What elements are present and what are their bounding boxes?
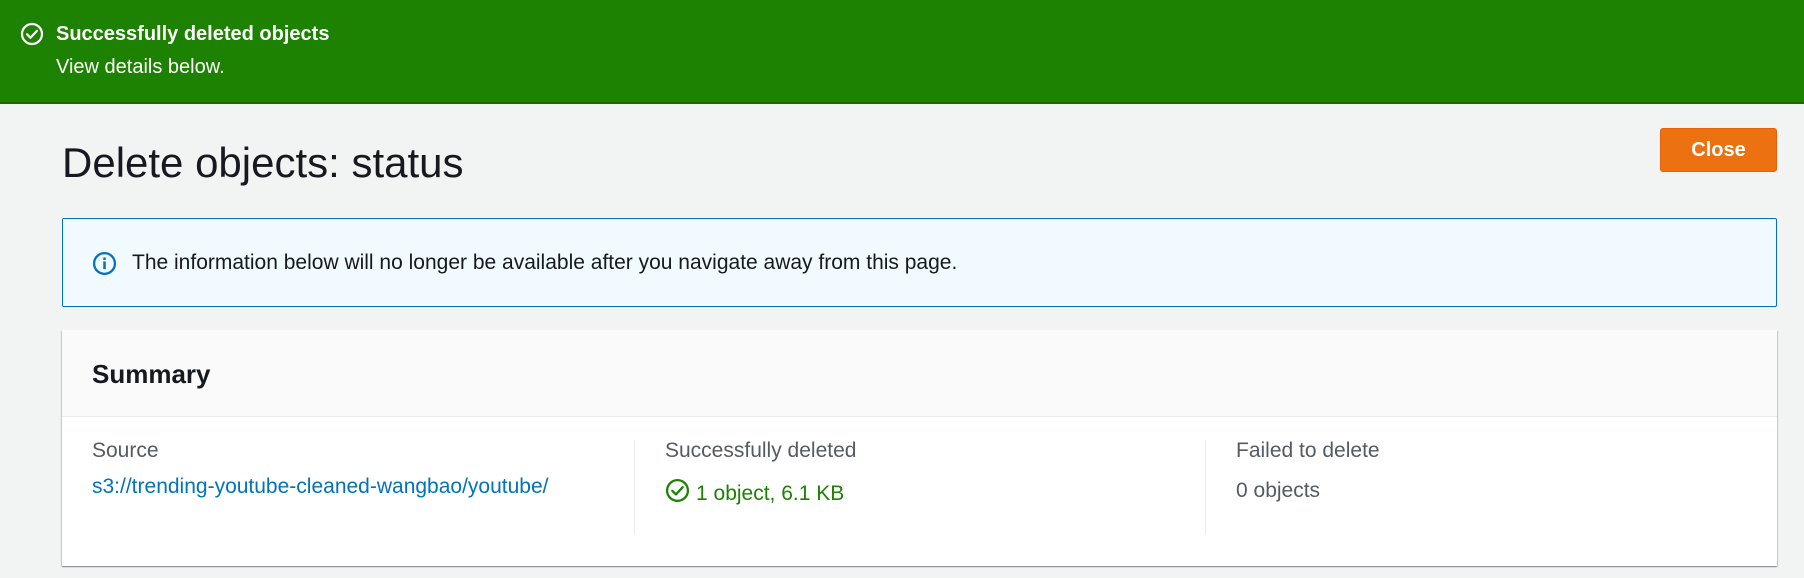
summary-container: Summary Source s3://trending-youtube-cle… <box>62 330 1777 566</box>
info-icon <box>92 251 117 276</box>
summary-header: Summary <box>62 330 1777 417</box>
check-circle-icon <box>665 478 690 510</box>
source-column: Source s3://trending-youtube-cleaned-wan… <box>92 438 622 538</box>
source-label: Source <box>92 439 159 462</box>
column-divider <box>634 440 635 534</box>
successfully-deleted-label: Successfully deleted <box>665 439 857 462</box>
success-flash-banner: Successfully deleted objects View detail… <box>0 0 1804 104</box>
failed-to-delete-label: Failed to delete <box>1236 439 1380 462</box>
failed-to-delete-value: 0 objects <box>1236 479 1321 502</box>
page-title: Delete objects: status <box>62 139 464 186</box>
summary-title: Summary <box>92 359 211 389</box>
flash-message: View details below. <box>56 56 225 78</box>
close-button[interactable]: Close <box>1660 128 1777 172</box>
check-circle-icon <box>20 22 44 46</box>
source-link[interactable]: s3://trending-youtube-cleaned-wangbao/yo… <box>92 475 548 498</box>
failed-column: Failed to delete 0 objects <box>1236 438 1756 538</box>
successfully-deleted-value: 1 object, 6.1 KB <box>665 478 1185 510</box>
successfully-deleted-text: 1 object, 6.1 KB <box>696 482 845 505</box>
deleted-column: Successfully deleted 1 object, 6.1 KB <box>665 438 1185 538</box>
info-alert: The information below will no longer be … <box>62 218 1777 307</box>
info-alert-text: The information below will no longer be … <box>132 251 958 274</box>
flash-title: Successfully deleted objects <box>56 23 330 45</box>
column-divider <box>1205 440 1206 534</box>
